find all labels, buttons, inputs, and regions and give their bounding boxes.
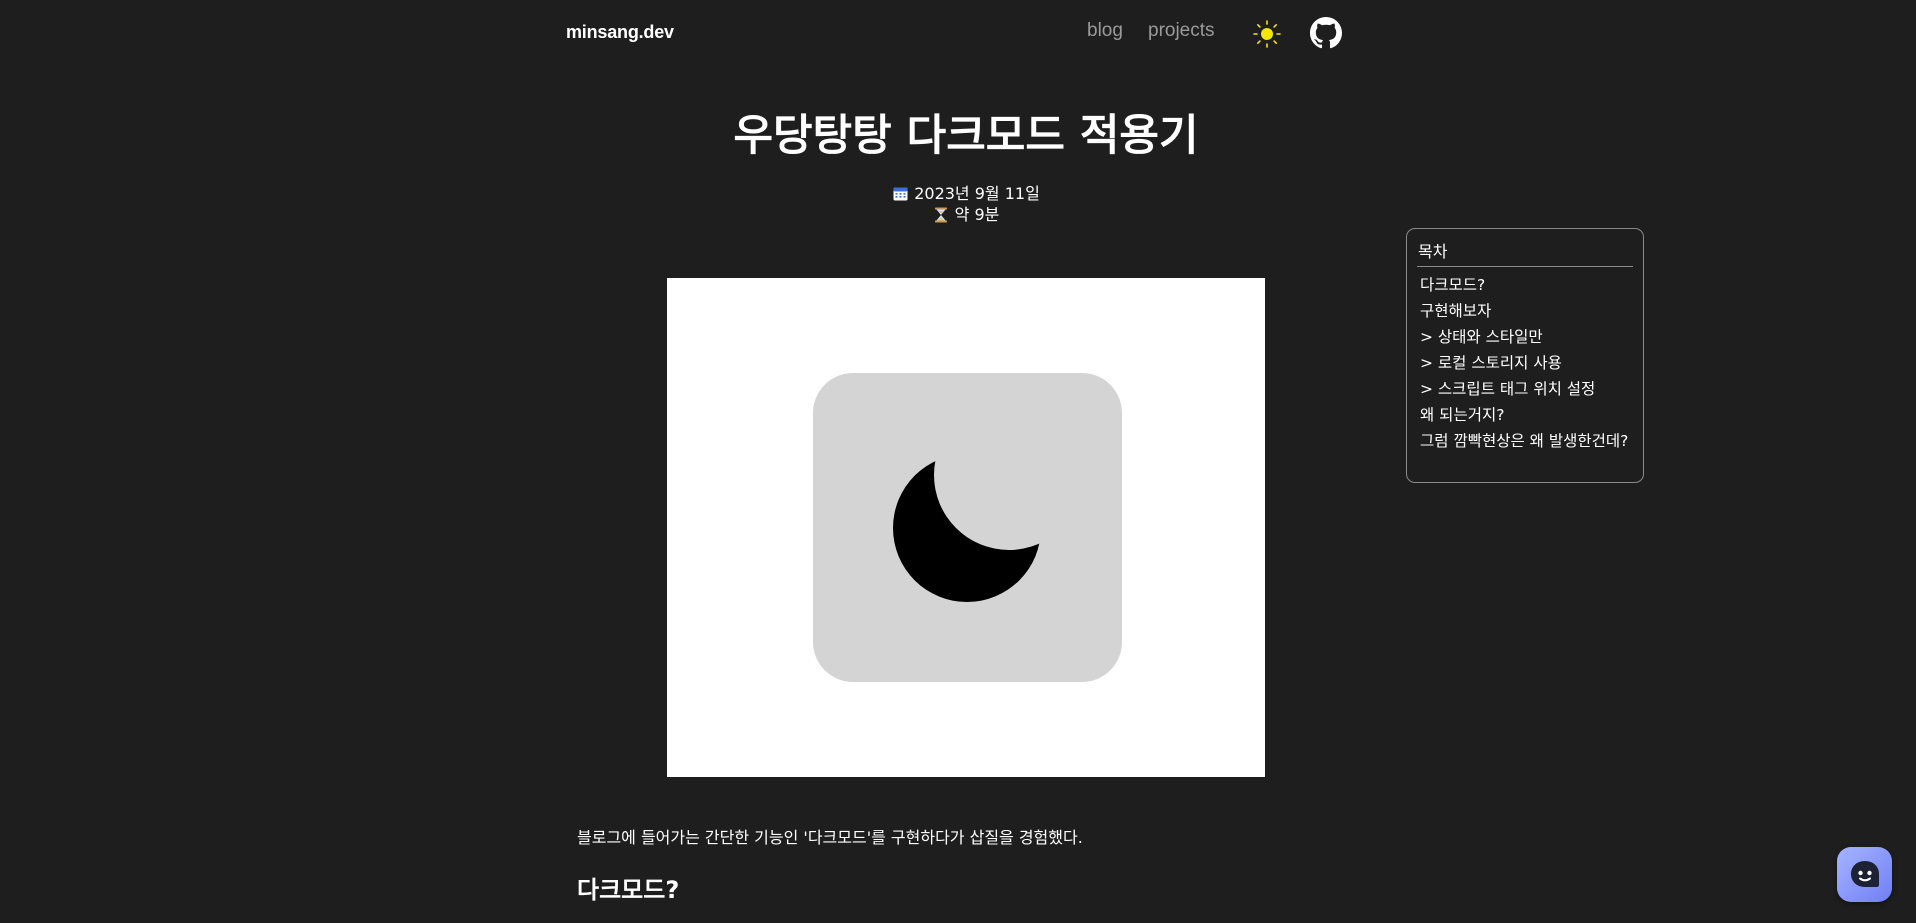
chat-icon (1850, 860, 1879, 887)
post-date-row: 2023년 9월 11일 (0, 183, 1916, 204)
hourglass-icon (933, 207, 949, 223)
moon-icon (893, 454, 1041, 602)
post-intro: 블로그에 들어가는 간단한 기능인 '다크모드'를 구현하다가 삽질을 경험했다… (577, 828, 1083, 847)
theme-toggle-button[interactable] (1250, 17, 1284, 51)
toc-item[interactable]: 그럼 깜빡현상은 왜 발생한건데? (1417, 429, 1633, 455)
post-meta: 2023년 9월 11일 약 9분 (0, 183, 1916, 225)
section-heading: 다크모드? (577, 876, 680, 904)
toc-item[interactable]: > 스크립트 태그 위치 설정 (1417, 377, 1633, 403)
read-time-row: 약 9분 (0, 204, 1916, 225)
toc-item[interactable]: 다크모드? (1417, 273, 1633, 299)
nav-blog-link[interactable]: blog (1087, 20, 1123, 42)
post-title: 우당탕탕 다크모드 적용기 (733, 111, 1199, 161)
read-time: 약 9분 (954, 205, 1000, 224)
toc-item[interactable]: 구현해보자 (1417, 299, 1633, 325)
sun-icon (1253, 20, 1281, 48)
toc-item[interactable]: > 로컬 스토리지 사용 (1417, 351, 1633, 377)
hero-image (667, 278, 1265, 777)
site-logo[interactable]: minsang.dev (566, 22, 674, 43)
github-icon (1310, 17, 1342, 49)
toc-item[interactable]: > 상태와 스타일만 (1417, 325, 1633, 351)
toc-item[interactable]: 왜 되는거지? (1417, 403, 1633, 429)
post-date: 2023년 9월 11일 (914, 184, 1040, 203)
nav-projects-link[interactable]: projects (1148, 20, 1215, 42)
chat-button[interactable] (1837, 847, 1892, 902)
calendar-icon (892, 186, 908, 202)
github-link[interactable] (1310, 17, 1342, 49)
hero-tile (813, 373, 1122, 682)
table-of-contents: 목차 다크모드? 구현해보자 > 상태와 스타일만 > 로컬 스토리지 사용 >… (1406, 228, 1644, 483)
toc-title: 목차 (1417, 237, 1633, 267)
